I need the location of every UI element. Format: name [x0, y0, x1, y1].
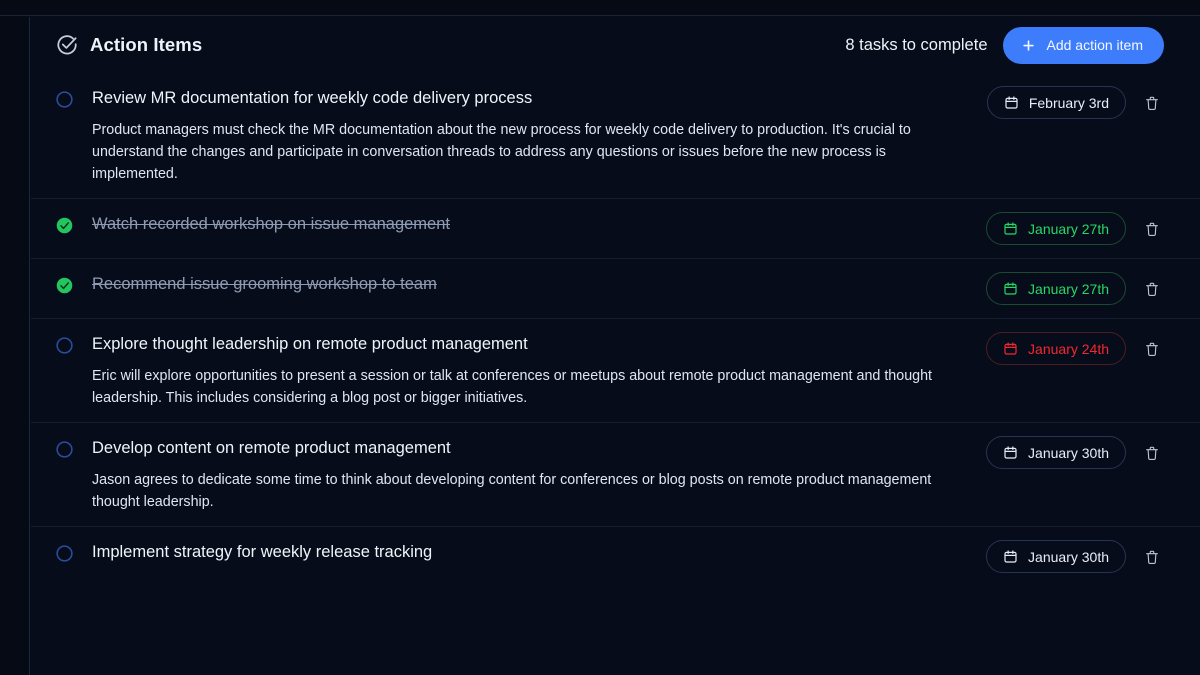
due-date-label: January 27th	[1028, 280, 1109, 297]
action-item-main: Explore thought leadership on remote pro…	[56, 332, 1164, 409]
trash-icon	[1144, 280, 1160, 298]
delete-action-item-button[interactable]	[1140, 90, 1164, 116]
checkbox-empty-icon[interactable]	[56, 441, 73, 458]
trash-icon	[1144, 548, 1160, 566]
panel-header: Action Items 8 tasks to complete Add act…	[31, 17, 1200, 73]
action-item-description: Eric will explore opportunities to prese…	[92, 368, 933, 406]
action-item-title[interactable]: Watch recorded workshop on issue managem…	[92, 212, 974, 235]
action-item-texts: Develop content on remote product manage…	[73, 436, 986, 513]
panel-header-right: 8 tasks to complete Add action item	[845, 26, 1164, 64]
delete-action-item-button[interactable]	[1140, 276, 1164, 302]
delete-action-item-button[interactable]	[1140, 336, 1164, 362]
action-item-row: Recommend issue grooming workshop to tea…	[31, 258, 1200, 318]
action-item-row: Review MR documentation for weekly code …	[31, 73, 1200, 198]
due-date-pill[interactable]: January 24th	[986, 332, 1126, 365]
action-item-actions: January 30th	[986, 540, 1164, 573]
checkbox-checked-icon[interactable]	[56, 277, 73, 294]
action-item-texts: Review MR documentation for weekly code …	[73, 86, 987, 185]
calendar-icon	[1004, 95, 1019, 110]
action-item-main: Review MR documentation for weekly code …	[56, 86, 1164, 185]
due-date-pill[interactable]: January 27th	[986, 212, 1126, 245]
delete-action-item-button[interactable]	[1140, 216, 1164, 242]
action-item-title[interactable]: Develop content on remote product manage…	[92, 436, 974, 459]
action-items-panel: Action Items 8 tasks to complete Add act…	[31, 17, 1200, 675]
action-item-actions: January 27th	[986, 212, 1164, 245]
action-item-actions: January 24th	[986, 332, 1164, 365]
due-date-label: January 27th	[1028, 220, 1109, 237]
plus-icon	[1021, 38, 1036, 53]
circle-check-icon	[56, 34, 78, 56]
due-date-pill[interactable]: January 30th	[986, 540, 1126, 573]
checkbox-empty-icon[interactable]	[56, 545, 73, 562]
add-action-item-button[interactable]: Add action item	[1002, 26, 1164, 64]
action-item-texts: Explore thought leadership on remote pro…	[73, 332, 986, 409]
due-date-pill[interactable]: January 30th	[986, 436, 1126, 469]
action-item-title[interactable]: Implement strategy for weekly release tr…	[92, 540, 974, 563]
action-item-texts: Recommend issue grooming workshop to tea…	[73, 272, 986, 295]
calendar-icon	[1003, 549, 1018, 564]
action-item-row: Develop content on remote product manage…	[31, 422, 1200, 526]
delete-action-item-button[interactable]	[1140, 440, 1164, 466]
due-date-label: January 30th	[1028, 548, 1109, 565]
action-items-screen: Action Items 8 tasks to complete Add act…	[0, 0, 1200, 675]
task-count-label: 8 tasks to complete	[845, 35, 988, 54]
action-item-title[interactable]: Review MR documentation for weekly code …	[92, 86, 975, 109]
action-item-title[interactable]: Explore thought leadership on remote pro…	[92, 332, 974, 355]
checkbox-empty-icon[interactable]	[56, 91, 73, 108]
trash-icon	[1144, 94, 1160, 112]
action-item-title[interactable]: Recommend issue grooming workshop to tea…	[92, 272, 974, 295]
due-date-label: January 24th	[1028, 340, 1109, 357]
calendar-icon	[1003, 221, 1018, 236]
trash-icon	[1144, 220, 1160, 238]
action-item-main: Watch recorded workshop on issue managem…	[56, 212, 1164, 245]
page-title: Action Items	[90, 34, 203, 55]
due-date-label: January 30th	[1028, 444, 1109, 461]
delete-action-item-button[interactable]	[1140, 544, 1164, 570]
top-bar	[0, 0, 1200, 16]
due-date-label: February 3rd	[1028, 94, 1109, 111]
action-item-actions: January 30th	[986, 436, 1164, 469]
action-item-row: Explore thought leadership on remote pro…	[31, 318, 1200, 422]
panel-header-left: Action Items	[56, 34, 202, 56]
action-item-description: Jason agrees to dedicate some time to th…	[92, 472, 932, 510]
action-item-main: Implement strategy for weekly release tr…	[56, 540, 1164, 573]
trash-icon	[1144, 340, 1160, 358]
checkbox-empty-icon[interactable]	[56, 337, 73, 354]
left-rail	[0, 17, 30, 675]
action-item-texts: Implement strategy for weekly release tr…	[73, 540, 986, 563]
action-item-actions: February 3rd	[986, 86, 1164, 119]
action-item-description: Product managers must check the MR docum…	[92, 122, 911, 182]
action-item-main: Recommend issue grooming workshop to tea…	[56, 272, 1164, 305]
action-item-row: Watch recorded workshop on issue managem…	[31, 198, 1200, 258]
trash-icon	[1144, 444, 1160, 462]
checkbox-checked-icon[interactable]	[56, 217, 73, 234]
action-item-row: Implement strategy for weekly release tr…	[31, 526, 1200, 586]
due-date-pill[interactable]: February 3rd	[986, 86, 1126, 119]
due-date-pill[interactable]: January 27th	[986, 272, 1126, 305]
action-item-texts: Watch recorded workshop on issue managem…	[73, 212, 986, 235]
calendar-icon	[1003, 445, 1018, 460]
calendar-icon	[1003, 281, 1018, 296]
action-item-actions: January 27th	[986, 272, 1164, 305]
action-items-list: Review MR documentation for weekly code …	[31, 73, 1200, 586]
action-item-main: Develop content on remote product manage…	[56, 436, 1164, 513]
calendar-icon	[1003, 341, 1018, 356]
add-action-item-label: Add action item	[1046, 37, 1144, 53]
